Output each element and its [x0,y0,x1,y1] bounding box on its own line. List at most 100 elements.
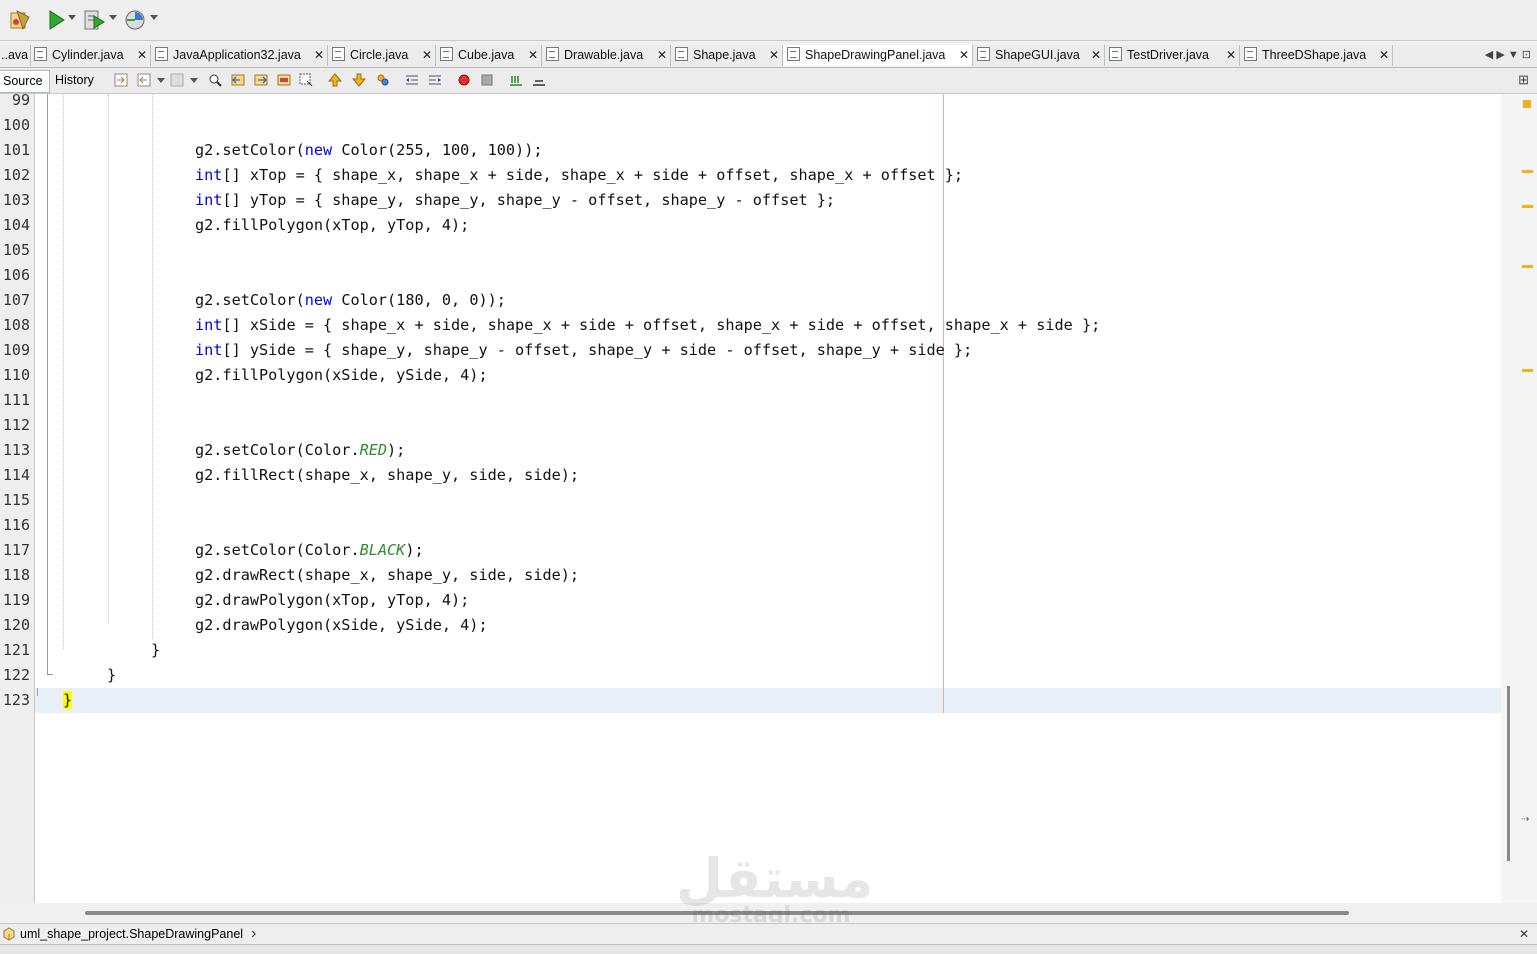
code-line-118: g2.drawRect(shape_x, shape_y, side, side… [195,566,580,584]
run-icon[interactable] [44,8,68,32]
java-file-icon [155,47,168,61]
current-line-highlight [35,688,1501,713]
code-line-107: g2.setColor(new Color(180, 0, 0)); [195,291,506,309]
code-line-110: g2.fillPolygon(xSide, ySide, 4); [195,366,488,384]
fold-guide-end [47,674,53,675]
tab-threedshape[interactable]: ThreeDShape.java ✕ [1240,45,1393,66]
forward-dropdown-icon[interactable] [190,78,198,83]
tab-javaapplication32[interactable]: JavaApplication32.java ✕ [151,45,328,66]
error-stripe[interactable]: ⇢ [1501,94,1537,903]
project-icon[interactable] [8,8,32,32]
task-mark[interactable] [1522,369,1533,372]
tab-shape[interactable]: Shape.java ✕ [671,45,783,66]
line-number: 104 [2,216,30,234]
debug-dropdown-icon[interactable] [109,15,117,20]
find-selection-icon[interactable] [277,73,291,87]
tab-testdriver[interactable]: TestDriver.java ✕ [1105,45,1240,66]
main-toolbar [0,0,1537,41]
close-icon[interactable]: ✕ [422,45,432,66]
line-number: 122 [2,666,30,684]
task-mark[interactable] [1522,265,1533,268]
code-editor[interactable]: g2.setColor(new Color(255, 100, 100)); i… [35,94,1501,903]
back-icon[interactable] [137,73,151,87]
next-bookmark-icon[interactable] [352,73,366,87]
java-file-icon [1109,47,1122,61]
tab-hidden-file[interactable]: ..ava [0,45,31,66]
tab-cylinder[interactable]: Cylinder.java ✕ [30,45,151,66]
forward-icon[interactable] [170,73,184,87]
task-mark[interactable] [1523,100,1531,108]
find-next-icon[interactable] [254,73,268,87]
line-number: 110 [2,366,30,384]
previous-bookmark-icon[interactable] [328,73,342,87]
line-number: 111 [2,391,30,409]
line-number: 119 [2,591,30,609]
code-line-114: g2.fillRect(shape_x, shape_y, side, side… [195,466,580,484]
start-macro-icon[interactable] [457,73,471,87]
close-icon[interactable]: ✕ [1226,45,1236,66]
toggle-bookmark-icon[interactable] [376,73,390,87]
watermark: مستقل mostaql.com [676,847,874,930]
code-line-108: int[] xSide = { shape_x + side, shape_x … [195,316,1101,334]
tab-shapedrawingpanel[interactable]: ShapeDrawingPanel.java ✕ [783,45,973,66]
java-file-icon [675,47,688,61]
close-icon[interactable]: ✕ [769,45,779,66]
code-line-120: g2.drawPolygon(xSide, ySide, 4); [195,616,488,634]
profile-icon[interactable] [123,8,147,32]
find-previous-icon[interactable] [231,73,245,87]
history-tab[interactable]: History [49,70,100,91]
tab-circle[interactable]: Circle.java ✕ [328,45,436,66]
indent-guide [108,94,109,624]
navigation-breadcrumb: uml_shape_project.ShapeDrawingPanel › ✕ [0,923,1537,944]
profile-dropdown-icon[interactable] [150,15,158,20]
find-icon[interactable] [208,73,222,87]
close-icon[interactable]: ✕ [528,45,538,66]
vertical-scrollbar-thumb[interactable] [1507,686,1510,861]
java-file-icon [546,47,559,61]
last-edit-icon[interactable] [114,73,128,87]
tab-navigation-icons[interactable]: ◀ ▶ ▼ ⊡ [1485,45,1531,66]
task-mark[interactable] [1522,205,1533,208]
breadcrumb-path[interactable]: uml_shape_project.ShapeDrawingPanel [20,924,243,944]
comment-icon[interactable] [509,73,523,87]
close-icon[interactable]: ✕ [657,45,667,66]
back-dropdown-icon[interactable] [157,78,165,83]
maximize-editor-icon[interactable]: ⊞ [1518,72,1529,88]
close-icon[interactable]: ✕ [314,45,324,66]
close-icon[interactable]: ✕ [137,45,147,66]
watermark-logo: مستقل [676,847,874,910]
line-number: 106 [2,266,30,284]
code-line-103: int[] yTop = { shape_y, shape_y, shape_y… [195,191,836,209]
shift-right-icon[interactable] [428,73,442,87]
line-number: 102 [2,166,30,184]
code-line-102: int[] xTop = { shape_x, shape_x + side, … [195,166,964,184]
editor-tab-bar: ..ava Cylinder.java ✕ JavaApplication32.j… [0,45,1537,68]
tab-drawable[interactable]: Drawable.java ✕ [542,45,671,66]
java-file-icon [1244,47,1257,61]
line-number: 117 [2,541,30,559]
code-line-117: g2.setColor(Color.BLACK); [195,541,424,559]
line-number: 107 [2,291,30,309]
shift-left-icon[interactable] [405,73,419,87]
close-icon[interactable]: ✕ [959,45,969,66]
code-line-104: g2.fillPolygon(xTop, yTop, 4); [195,216,470,234]
uncomment-icon[interactable] [532,73,546,87]
tab-shapegui[interactable]: ShapeGUI.java ✕ [973,45,1105,66]
fold-guide [47,94,48,674]
toggle-highlight-icon[interactable] [299,73,313,87]
code-line-119: g2.drawPolygon(xTop, yTop, 4); [195,591,470,609]
code-line-109: int[] ySide = { shape_y, shape_y - offse… [195,341,973,359]
stop-macro-icon[interactable] [480,73,494,87]
breadcrumb-arrow-icon[interactable]: › [251,924,256,944]
indent-guide [152,94,153,639]
line-number: 121 [2,641,30,659]
matching-brace: } [63,691,73,709]
debug-icon[interactable] [82,8,106,32]
java-file-icon [440,47,453,61]
run-dropdown-icon[interactable] [68,15,76,20]
close-icon[interactable]: ✕ [1519,924,1529,944]
task-mark[interactable] [1522,170,1533,173]
close-icon[interactable]: ✕ [1091,45,1101,66]
tab-cube[interactable]: Cube.java ✕ [436,45,542,66]
close-icon[interactable]: ✕ [1379,45,1389,66]
